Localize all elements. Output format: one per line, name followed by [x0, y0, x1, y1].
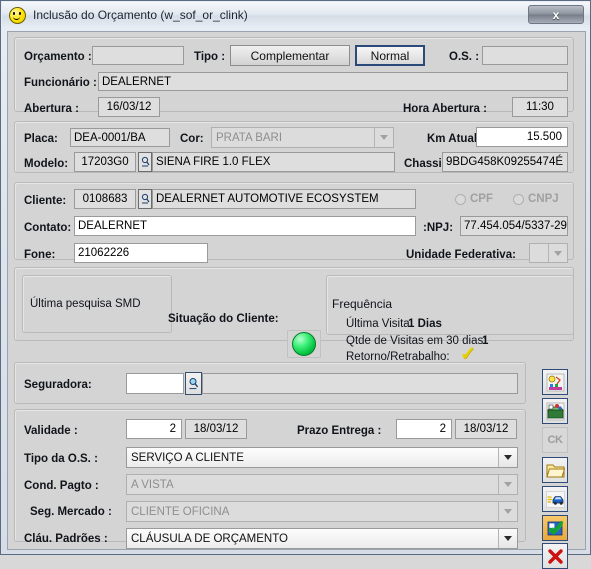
- retorno-check-icon: ✓: [460, 344, 476, 365]
- tipo-os-combo[interactable]: SERVIÇO A CLIENTE: [126, 447, 518, 468]
- contato-field[interactable]: DEALERNET: [74, 216, 416, 236]
- label-cliente: Cliente:: [24, 195, 67, 207]
- chevron-down-icon[interactable]: [498, 502, 517, 521]
- seg-mercado-combo[interactable]: CLIENTE OFICINA: [126, 501, 518, 522]
- status-lamp-green: [292, 332, 316, 356]
- label-tipo: Tipo :: [194, 51, 226, 63]
- modelo-search-icon[interactable]: [138, 152, 152, 172]
- label-clau-padroes: Cláu. Padrões :: [24, 533, 108, 545]
- seguradora-desc-field[interactable]: [202, 373, 518, 394]
- car-icon-button[interactable]: [542, 486, 568, 512]
- ultima-visita-value: 1 Dias: [408, 318, 442, 330]
- dialog-window: Inclusão do Orçamento (w_sof_or_clink) x…: [0, 0, 591, 569]
- ck-label: CK: [547, 434, 563, 446]
- tipo-os-value: SERVIÇO A CLIENTE: [131, 451, 244, 464]
- confirm-check-icon-button[interactable]: [542, 515, 568, 541]
- chassi-field[interactable]: 9BDG458K09255474É: [442, 152, 568, 172]
- cancel-x-icon-button[interactable]: [542, 543, 568, 569]
- label-km-atual: Km Atual: [427, 133, 478, 145]
- cliente-search-icon[interactable]: [138, 189, 152, 209]
- cor-combo[interactable]: PRATA BARI: [211, 127, 394, 148]
- situacao-cliente-indicator-box: [287, 330, 321, 358]
- tipo-complementar-button[interactable]: Complementar: [230, 45, 350, 66]
- km-atual-field[interactable]: 15.500: [476, 127, 568, 147]
- qtde-visitas-value: 1: [482, 335, 489, 347]
- chevron-down-icon[interactable]: [498, 529, 517, 548]
- label-chassi: Chassi:: [404, 158, 446, 170]
- cond-pagto-combo[interactable]: A VISTA: [126, 474, 518, 495]
- cnpj-radio-label: CNPJ: [528, 193, 559, 205]
- ck-text-icon-button: CK: [542, 427, 568, 453]
- label-hora-abertura: Hora Abertura :: [403, 103, 487, 115]
- seg-mercado-value: CLIENTE OFICINA: [131, 505, 230, 518]
- prazo-entrega-date-field[interactable]: 18/03/12: [455, 419, 517, 439]
- chevron-down-icon[interactable]: [548, 244, 567, 262]
- ultima-pesquisa-label: Última pesquisa SMD: [30, 298, 141, 310]
- label-contato: Contato:: [24, 222, 72, 234]
- label-funcionario: Funcionário :: [24, 77, 97, 89]
- label-validade: Validade :: [24, 425, 78, 437]
- frequencia-title: Frequência: [332, 297, 393, 311]
- archive-box-icon-button[interactable]: [542, 398, 568, 424]
- cpf-radio[interactable]: [455, 194, 466, 205]
- chevron-down-icon[interactable]: [498, 448, 517, 467]
- label-unidade-federativa: Unidade Federativa:: [406, 249, 516, 261]
- abertura-field[interactable]: 16/03/12: [98, 97, 160, 117]
- modelo-code-field[interactable]: 17203G0: [74, 152, 136, 172]
- unidade-federativa-combo[interactable]: [529, 243, 568, 263]
- funcionario-field[interactable]: DEALERNET: [98, 72, 568, 91]
- close-button[interactable]: x: [528, 5, 584, 24]
- chevron-down-icon[interactable]: [374, 128, 393, 147]
- label-seguradora: Seguradora:: [24, 379, 92, 391]
- seguradora-search-icon[interactable]: [185, 372, 202, 395]
- label-prazo-entrega: Prazo Entrega :: [297, 425, 382, 437]
- validade-date-field[interactable]: 18/03/12: [185, 419, 247, 439]
- ultima-visita-label: Última Visita:: [346, 318, 413, 330]
- cliente-name-field[interactable]: DEALERNET AUTOMOTIVE ECOSYSTEM: [152, 189, 416, 209]
- label-placa: Placa:: [24, 133, 58, 145]
- label-fone: Fone:: [24, 249, 56, 261]
- paint-palette-icon-button[interactable]: [542, 369, 568, 395]
- os-field[interactable]: [482, 46, 568, 65]
- prazo-entrega-days-field[interactable]: 2: [396, 419, 452, 439]
- cnpj-radio[interactable]: [513, 194, 524, 205]
- title-bar: Inclusão do Orçamento (w_sof_or_clink) x: [2, 2, 590, 28]
- placa-field[interactable]: DEA-0001/BA: [70, 128, 170, 147]
- label-cond-pagto: Cond. Pagto :: [24, 480, 99, 492]
- label-seg-mercado: Seg. Mercado :: [30, 506, 112, 518]
- tipo-normal-button[interactable]: Normal: [355, 45, 425, 66]
- cond-pagto-value: A VISTA: [131, 478, 174, 491]
- open-folder-icon-button[interactable]: [542, 457, 568, 483]
- situacao-cliente-label: Situação do Cliente:: [168, 313, 279, 325]
- orcamento-field[interactable]: [92, 46, 184, 65]
- smiley-face-icon: [9, 6, 26, 24]
- validade-days-field[interactable]: 2: [126, 419, 182, 439]
- label-orcamento: Orçamento :: [24, 51, 92, 63]
- chevron-down-icon[interactable]: [498, 475, 517, 494]
- label-cor: Cor:: [180, 133, 204, 145]
- cor-value: PRATA BARI: [216, 131, 283, 144]
- modelo-desc-field[interactable]: SIENA FIRE 1.0 FLEX: [152, 152, 395, 172]
- cnpj-field[interactable]: 77.454.054/5337-29: [460, 216, 568, 236]
- dialog-body: Orçamento : Tipo : Complementar Normal O…: [7, 31, 586, 569]
- clau-padroes-combo[interactable]: CLÁUSULA DE ORÇAMENTO: [126, 528, 518, 549]
- hora-abertura-field[interactable]: 11:30: [512, 97, 568, 117]
- cliente-code-field[interactable]: 0108683: [74, 189, 136, 209]
- label-modelo: Modelo:: [24, 158, 69, 170]
- label-tipo-os: Tipo da O.S. :: [24, 453, 98, 465]
- fone-field[interactable]: 21062226: [74, 243, 208, 263]
- cpf-radio-label: CPF: [470, 193, 493, 205]
- seguradora-code-field[interactable]: [126, 373, 184, 394]
- label-os: O.S. :: [449, 51, 480, 63]
- clau-padroes-value: CLÁUSULA DE ORÇAMENTO: [131, 532, 288, 545]
- label-cnpj: :NPJ:: [423, 222, 454, 234]
- window-title: Inclusão do Orçamento (w_sof_or_clink): [33, 8, 248, 22]
- label-abertura: Abertura :: [24, 103, 79, 115]
